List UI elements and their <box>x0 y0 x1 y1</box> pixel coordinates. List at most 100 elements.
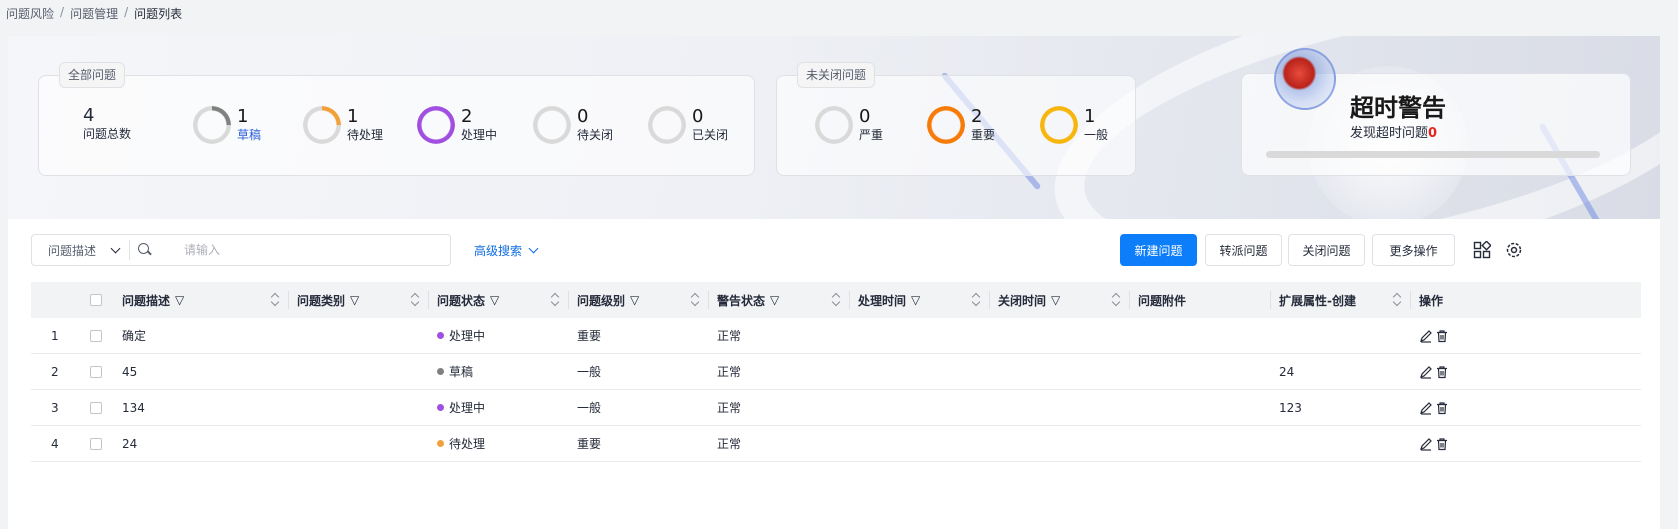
filter-icon[interactable]: ▽ <box>1051 293 1060 307</box>
draft-ring-icon <box>193 106 231 144</box>
cell-warning: 正常 <box>717 329 742 343</box>
stat-major[interactable]: 2 重要 <box>927 106 995 144</box>
cell-actions <box>1411 365 1511 379</box>
stat-pending[interactable]: 1 待处理 <box>303 106 383 144</box>
stat-total[interactable]: 4 问题总数 <box>83 106 131 142</box>
filter-icon[interactable]: ▽ <box>911 293 920 307</box>
stat-processing[interactable]: 2 处理中 <box>417 106 497 144</box>
header-status[interactable]: 问题状态 ▽ <box>429 282 569 318</box>
breadcrumb-item-management[interactable]: 问题管理 <box>70 5 118 22</box>
filter-icon[interactable]: ▽ <box>770 293 779 307</box>
sort-icon[interactable] <box>972 292 980 308</box>
sort-icon[interactable] <box>551 292 559 308</box>
stat-draft[interactable]: 1 草稿 <box>193 106 261 144</box>
delete-icon[interactable] <box>1435 401 1449 415</box>
edit-icon[interactable] <box>1419 437 1433 451</box>
close-issue-button[interactable]: 关闭问题 <box>1288 234 1365 266</box>
header-warning[interactable]: 警告状态 ▽ <box>709 282 850 318</box>
filter-icon[interactable]: ▽ <box>630 293 639 307</box>
delete-icon[interactable] <box>1435 437 1449 451</box>
header-category[interactable]: 问题类别 ▽ <box>289 282 429 318</box>
edit-icon[interactable] <box>1419 365 1433 379</box>
alert-subtitle: 发现超时问题0 <box>1350 122 1437 141</box>
header-select-all <box>86 282 114 318</box>
stat-processing-label: 处理中 <box>461 128 498 142</box>
stat-to-close-label: 待关闭 <box>577 128 614 142</box>
filter-icon[interactable]: ▽ <box>175 293 184 307</box>
sort-icon[interactable] <box>1112 292 1120 308</box>
gear-icon[interactable] <box>1505 241 1523 259</box>
pending-ring-icon <box>303 106 341 144</box>
search-field-select[interactable]: 问题描述 <box>32 240 130 260</box>
delete-icon[interactable] <box>1435 329 1449 343</box>
sort-icon[interactable] <box>411 292 419 308</box>
table-row[interactable]: 3 134 处理中 一般 正常 123 <box>31 390 1641 426</box>
row-index: 3 <box>51 400 59 415</box>
cell-status: 草稿 <box>429 363 569 380</box>
table-row[interactable]: 4 24 待处理 重要 正常 <box>31 426 1641 462</box>
row-select-checkbox[interactable] <box>90 365 102 378</box>
row-select-checkbox[interactable] <box>90 329 102 342</box>
issue-table: 问题描述 ▽ 问题类别 ▽ 问题状态 ▽ 问题级别 ▽ 警告状态 ▽ 处理时间 ▽ 关闭时间… <box>31 282 1641 462</box>
timeout-alert-card[interactable]: 超时警告 发现超时问题0 <box>1241 48 1631 176</box>
header-label: 问题描述 <box>122 293 171 308</box>
stat-closed[interactable]: 0 已关闭 <box>648 106 728 144</box>
row-checkbox <box>86 329 114 342</box>
header-handle-time[interactable]: 处理时间 ▽ <box>850 282 990 318</box>
cell-ext: 123 <box>1279 400 1302 415</box>
stat-draft-label: 草稿 <box>237 128 262 142</box>
more-actions-button[interactable]: 更多操作 <box>1372 234 1455 266</box>
header-label: 扩展属性-创建 <box>1279 293 1356 308</box>
stat-normal[interactable]: 1 一般 <box>1040 106 1108 144</box>
hero-banner: 全部问题 4 问题总数 1 草稿 1 待处理 2 处理中 0 待关闭 0 已关闭… <box>8 36 1660 219</box>
alert-count: 0 <box>1428 126 1438 141</box>
header-label: 处理时间 <box>858 293 907 308</box>
row-select-checkbox[interactable] <box>90 401 102 414</box>
header-level[interactable]: 问题级别 ▽ <box>569 282 709 318</box>
advanced-search-toggle[interactable]: 高级搜索 <box>474 242 539 259</box>
sort-icon[interactable] <box>691 292 699 308</box>
header-label: 关闭时间 <box>998 293 1047 308</box>
cell-status: 待处理 <box>429 435 569 452</box>
cell-warning: 正常 <box>717 401 742 415</box>
filter-icon[interactable]: ▽ <box>350 293 359 307</box>
sort-icon[interactable] <box>271 292 279 308</box>
header-ext[interactable]: 扩展属性-创建 <box>1271 282 1411 318</box>
cell-ext: 24 <box>1279 364 1295 379</box>
breadcrumb-separator: / <box>124 5 129 19</box>
new-issue-button[interactable]: 新建问题 <box>1120 234 1197 266</box>
stat-critical[interactable]: 0 严重 <box>815 106 883 144</box>
table-row[interactable]: 2 45 草稿 一般 正常 24 <box>31 354 1641 390</box>
status-label: 草稿 <box>449 365 474 379</box>
row-index: 2 <box>51 364 59 379</box>
breadcrumb: 问题风险 / 问题管理 / 问题列表 <box>6 5 182 22</box>
breadcrumb-item-risk[interactable]: 问题风险 <box>6 5 54 22</box>
sort-icon[interactable] <box>832 292 840 308</box>
delete-icon[interactable] <box>1435 365 1449 379</box>
stat-closed-value: 0 <box>692 106 704 127</box>
sort-icon[interactable] <box>1393 292 1401 308</box>
search-icon <box>138 243 152 257</box>
header-label: 问题级别 <box>577 293 626 308</box>
edit-icon[interactable] <box>1419 329 1433 343</box>
main-panel: 全部问题 4 问题总数 1 草稿 1 待处理 2 处理中 0 待关闭 0 已关闭… <box>8 36 1660 529</box>
header-close-time[interactable]: 关闭时间 ▽ <box>990 282 1130 318</box>
stat-to-close[interactable]: 0 待关闭 <box>533 106 613 144</box>
edit-icon[interactable] <box>1419 401 1433 415</box>
transfer-issue-button[interactable]: 转派问题 <box>1205 234 1282 266</box>
stat-to-close-value: 0 <box>577 106 589 127</box>
search-field-label: 问题描述 <box>48 243 97 258</box>
column-layout-icon[interactable] <box>1473 241 1491 259</box>
header-desc[interactable]: 问题描述 ▽ <box>114 282 289 318</box>
search-input[interactable] <box>184 243 404 257</box>
select-all-checkbox[interactable] <box>90 294 102 306</box>
row-select-checkbox[interactable] <box>90 437 102 450</box>
chevron-down-icon <box>528 243 539 254</box>
closed-ring-icon <box>648 106 686 144</box>
table-row[interactable]: 1 确定 处理中 重要 正常 <box>31 318 1641 354</box>
filter-icon[interactable]: ▽ <box>490 293 499 307</box>
header-label: 操作 <box>1419 293 1444 308</box>
row-index: 4 <box>51 436 59 451</box>
stat-total-value: 4 <box>83 105 95 126</box>
breadcrumb-separator: / <box>60 5 65 19</box>
